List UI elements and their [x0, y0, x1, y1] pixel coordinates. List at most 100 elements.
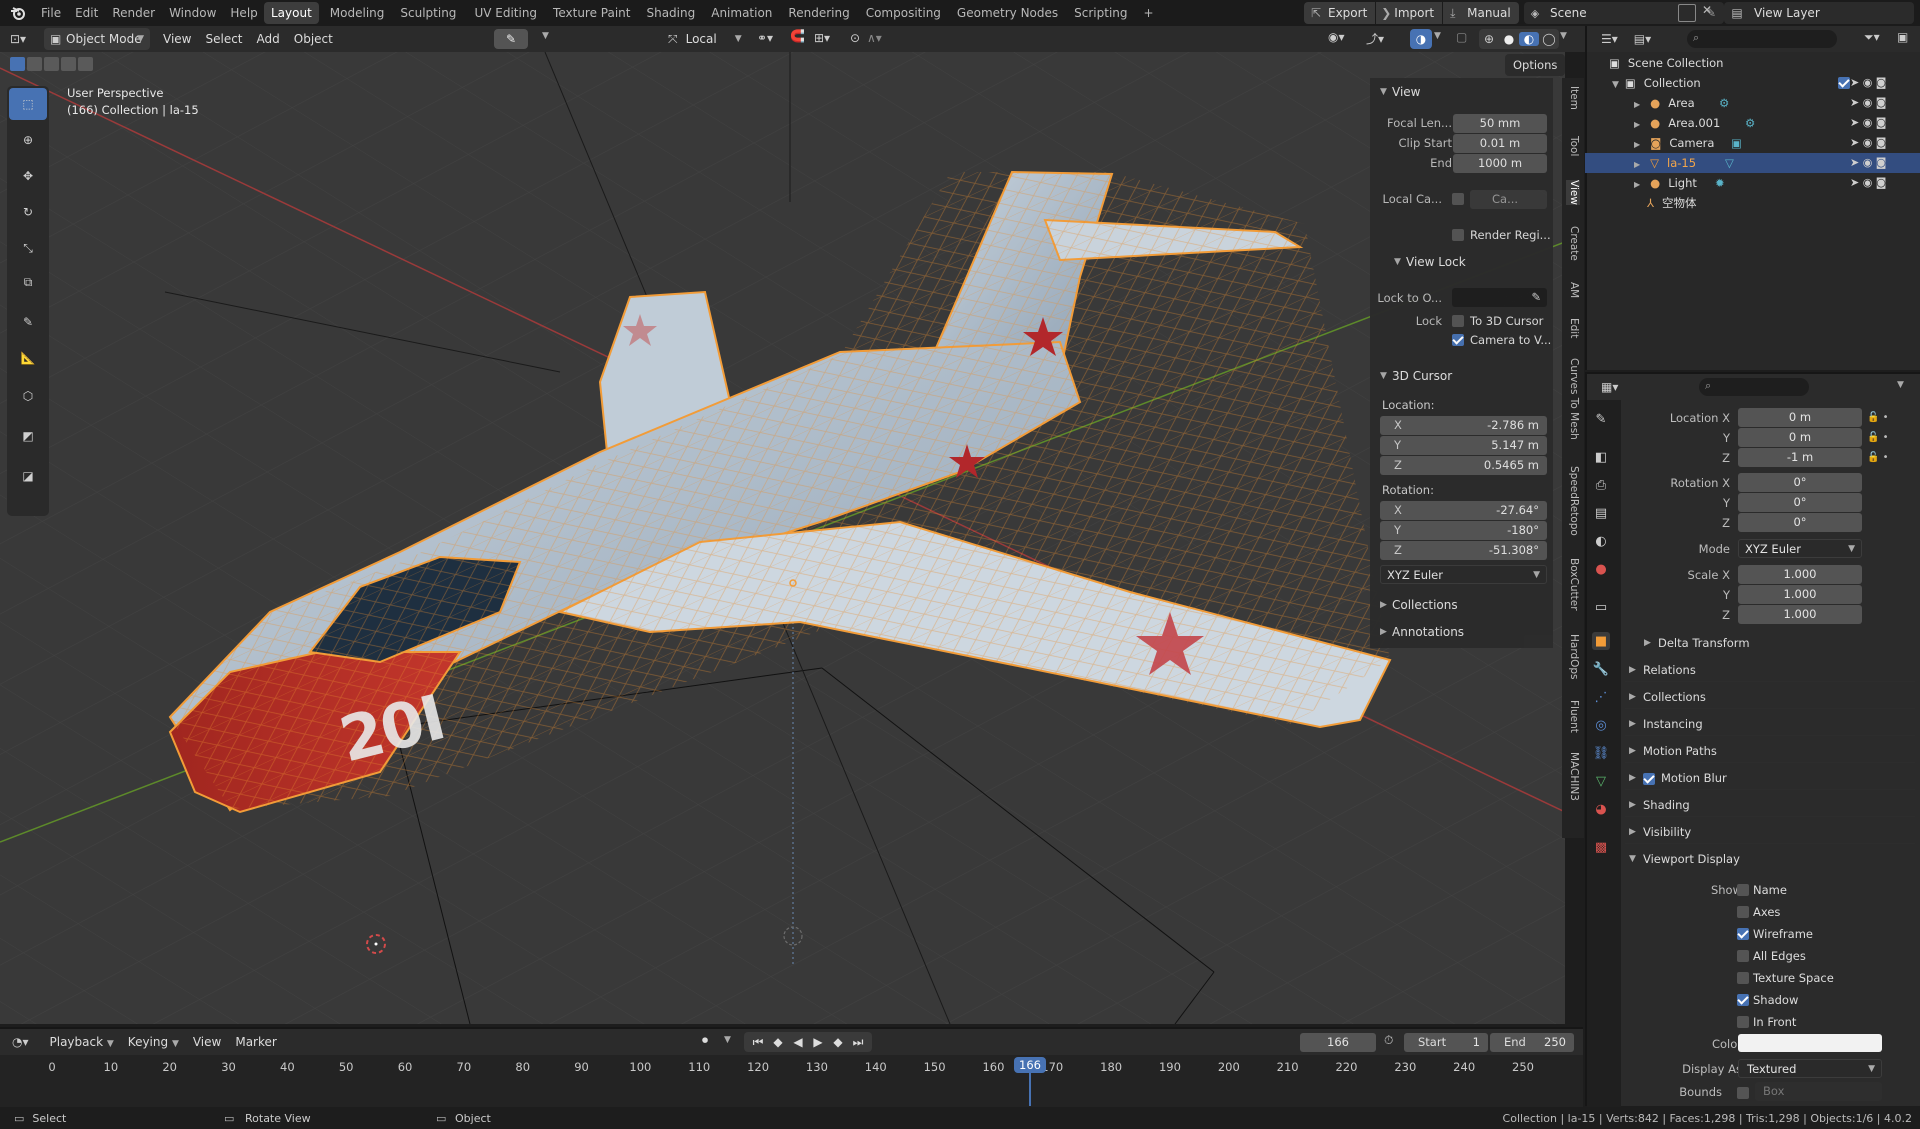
material-properties-icon[interactable]: ◕ [1592, 800, 1610, 818]
tab-modeling[interactable]: Modeling [323, 2, 392, 24]
rotation-x-field[interactable]: 0° [1738, 473, 1862, 492]
prev-keyframe-icon[interactable]: ◆ [768, 1035, 788, 1049]
properties-search-input[interactable]: ⌕ [1699, 378, 1809, 396]
visibility-icon[interactable]: ◉▾ [1328, 30, 1345, 44]
location-y-field[interactable]: 0 m [1738, 428, 1862, 447]
editor-type-icon[interactable]: ◔▾ [12, 1035, 29, 1049]
scale-z-field[interactable]: 1.000 [1738, 605, 1862, 624]
stopwatch-icon[interactable]: ⏱ [1384, 1033, 1393, 1048]
view-lock-header[interactable]: ▼ View Lock [1392, 250, 1466, 274]
transform-orientation-dropdown[interactable]: ⤧ Local ▼ [668, 29, 742, 49]
show-texture-space-checkbox[interactable] [1737, 972, 1749, 984]
material-shading-icon[interactable]: ◐ [1519, 32, 1539, 46]
select-visible-toggles[interactable]: ➤ ◉ ◙ [1850, 153, 1920, 173]
options-button[interactable]: Options [1505, 54, 1565, 76]
scale-tool-icon[interactable]: ⤡ [9, 232, 47, 264]
overlay-icon[interactable]: ◑ [1410, 29, 1432, 49]
view-layer-selector[interactable]: ▤ View Layer [1724, 2, 1914, 24]
collection-properties-icon[interactable]: ▭ [1592, 598, 1610, 616]
collection-exclude-checkbox[interactable] [1838, 77, 1850, 89]
menu-render[interactable]: Render [105, 2, 162, 24]
tab-am[interactable]: AM [1566, 282, 1580, 298]
rotation-mode-dropdown[interactable]: XYZ Euler ▼ [1738, 539, 1862, 558]
cursor-tool-icon[interactable]: ⊕ [9, 124, 47, 156]
render-region-checkbox[interactable] [1452, 229, 1464, 241]
scale-y-field[interactable]: 1.000 [1738, 585, 1862, 604]
tab-shading[interactable]: Shading [639, 2, 702, 24]
select-extend-icon[interactable] [27, 57, 42, 71]
outliner-item-empty[interactable]: ⅄ 空物体 [1585, 193, 1920, 213]
clip-end-field[interactable]: 1000 m [1453, 154, 1547, 173]
modifier-properties-icon[interactable]: 🔧 [1592, 660, 1610, 678]
show-all-edges-checkbox[interactable] [1737, 950, 1749, 962]
tab-layout[interactable]: Layout [264, 2, 319, 24]
blender-logo-icon[interactable] [6, 2, 30, 24]
rotation-y-field[interactable]: 0° [1738, 493, 1862, 512]
pivot-icon[interactable]: ⚭▾ [757, 31, 773, 45]
bounds-checkbox[interactable] [1737, 1087, 1749, 1099]
manual-button[interactable]: ⤓ Manual [1443, 2, 1519, 24]
physics-properties-icon[interactable]: ◎ [1592, 716, 1610, 734]
tab-speedretopo[interactable]: SpeedRetopo [1566, 466, 1580, 536]
tab-hardops[interactable]: HardOps [1566, 634, 1580, 680]
local-camera-field[interactable]: Ca... [1470, 190, 1547, 209]
scene-new-icon[interactable] [1678, 4, 1696, 22]
display-mode-icon[interactable]: ▤▾ [1634, 32, 1651, 46]
editor-type-icon[interactable]: ⊡▾ [0, 32, 36, 46]
show-wireframe-checkbox[interactable] [1737, 928, 1749, 940]
playhead-frame-badge[interactable]: 166 [1014, 1057, 1046, 1073]
end-frame-field[interactable]: End 250 [1490, 1033, 1574, 1052]
move-tool-icon[interactable]: ✥ [9, 160, 47, 192]
tab-animation[interactable]: Animation [704, 2, 779, 24]
constraints-properties-icon[interactable]: ⛓ [1592, 744, 1610, 762]
lock-icon[interactable]: 🔓 • [1867, 448, 1897, 468]
eyedropper-tool-icon[interactable]: ✎ [494, 29, 528, 49]
start-frame-field[interactable]: Start 1 [1404, 1033, 1488, 1052]
snap-target-icon[interactable]: ⊞▾ [814, 31, 830, 45]
3d-cursor-header[interactable]: ▼ 3D Cursor [1378, 364, 1452, 388]
tab-machin3[interactable]: MACHIN3 [1566, 752, 1580, 801]
menu-edit[interactable]: Edit [68, 2, 105, 24]
rotate-tool-icon[interactable]: ↻ [9, 196, 47, 228]
export-button[interactable]: ⇱ Export [1304, 2, 1376, 24]
eyedropper-icon[interactable]: ✎ [1531, 288, 1541, 307]
location-z-field[interactable]: -1 m [1738, 448, 1862, 467]
chevron-down-icon[interactable]: ▼ [542, 31, 549, 41]
camera-to-view-checkbox[interactable] [1452, 334, 1464, 346]
tab-rendering[interactable]: Rendering [781, 2, 856, 24]
visibility-panel[interactable]: ▶ Visibility [1625, 820, 1915, 844]
tab-uv-editing[interactable]: UV Editing [467, 2, 544, 24]
tab-edit[interactable]: Edit [1566, 318, 1580, 338]
select-intersect-icon[interactable] [78, 57, 93, 71]
tab-scripting[interactable]: Scripting [1067, 2, 1134, 24]
transform-tool-icon[interactable]: ⧉ [9, 266, 47, 298]
menu-select[interactable]: Select [198, 28, 249, 50]
measure-tool-icon[interactable]: 📐 [9, 342, 47, 374]
scene-properties-icon[interactable]: ◐ [1592, 532, 1610, 550]
viewport-display-panel[interactable]: ▼ Viewport Display [1625, 847, 1915, 871]
menu-window[interactable]: Window [162, 2, 223, 24]
add-cube-tool-icon[interactable]: ⬡ [9, 380, 47, 412]
mode-dropdown[interactable]: ▣ Object Mode ▼ [44, 28, 150, 50]
tab-view[interactable]: View [1566, 180, 1580, 205]
tab-texture-paint[interactable]: Texture Paint [546, 2, 637, 24]
clip-start-field[interactable]: 0.01 m [1453, 134, 1547, 153]
menu-help[interactable]: Help [223, 2, 264, 24]
chevron-down-icon[interactable]: ▼ [1897, 380, 1904, 390]
new-collection-icon[interactable]: ▣ [1897, 30, 1908, 44]
play-icon[interactable]: ▶ [808, 1035, 828, 1049]
data-properties-icon[interactable]: ▽ [1592, 772, 1610, 790]
current-frame-field[interactable]: 166 [1300, 1033, 1376, 1052]
chevron-down-icon[interactable]: ▼ [1434, 31, 1441, 41]
next-keyframe-icon[interactable]: ◆ [828, 1035, 848, 1049]
tab-item[interactable]: Item [1566, 86, 1580, 110]
tab-fluent[interactable]: Fluent [1566, 700, 1580, 733]
cursor-location-z-field[interactable]: Z 0.5465 m [1380, 456, 1547, 475]
collections-panel[interactable]: ▶ Collections [1625, 685, 1915, 709]
shading-panel[interactable]: ▶ Shading [1625, 793, 1915, 817]
rendered-shading-icon[interactable]: ◯ [1539, 32, 1559, 46]
output-properties-icon[interactable]: ⎙ [1592, 476, 1610, 494]
solid-shading-icon[interactable]: ● [1499, 32, 1519, 46]
add-workspace-button[interactable]: + [1137, 2, 1161, 24]
display-as-dropdown[interactable]: Textured ▼ [1738, 1059, 1882, 1078]
